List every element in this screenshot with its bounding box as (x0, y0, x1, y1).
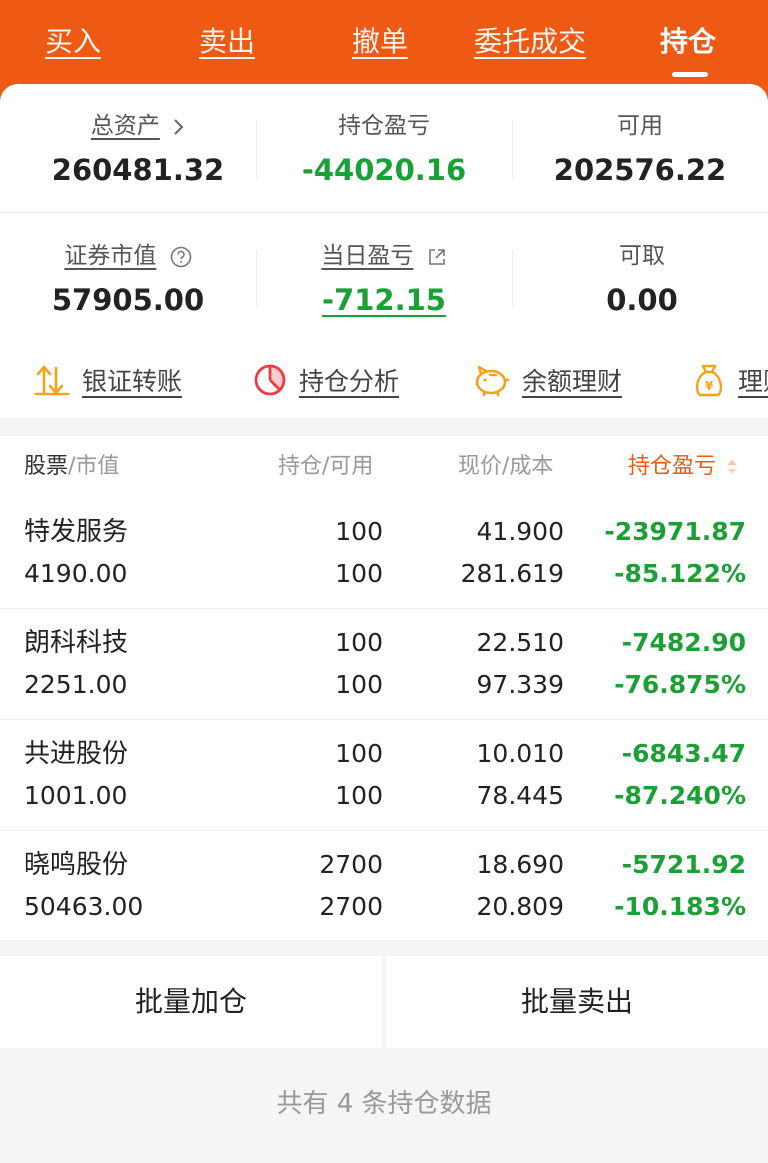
stock-price: 18.690 (476, 850, 564, 879)
stock-position: 100 (335, 628, 383, 657)
available-cell: 可用 202576.22 (512, 110, 768, 189)
stock-pnl-percent: -85.122% (614, 559, 746, 588)
position-pnl-cell: 持仓盈亏 -44020.16 (256, 110, 512, 189)
stock-pnl-percent: -87.240% (614, 781, 746, 810)
balance-finance-action[interactable]: 余额理财 (472, 360, 622, 400)
bank-transfer-label: 银证转账 (82, 367, 183, 396)
tab-positions[interactable]: 持仓 (660, 22, 716, 62)
stock-pnl: -7482.90 (621, 628, 746, 657)
available-label: 可用 (617, 113, 663, 139)
money-bag-icon: ¥ (695, 364, 723, 397)
finance-action[interactable]: ¥ 理财 (692, 360, 768, 400)
external-link-icon (428, 248, 445, 265)
tab-cancel-order[interactable]: 撤单 (352, 22, 408, 62)
market-value-value: 57905.00 (51, 283, 205, 317)
header-position-pnl[interactable]: 持仓盈亏 (628, 452, 739, 482)
tab-buy[interactable]: 买入 (45, 22, 101, 62)
stock-name: 朗科科技 (24, 628, 129, 658)
transfer-icon (34, 365, 70, 396)
bank-transfer-action[interactable]: 银证转账 (34, 360, 182, 400)
pie-chart-icon (254, 364, 286, 396)
position-analysis-label: 持仓分析 (299, 367, 400, 396)
stock-price: 41.900 (476, 517, 564, 546)
stock-position: 2700 (319, 850, 383, 879)
tab-sell[interactable]: 卖出 (199, 22, 255, 62)
tab-orders-deals[interactable]: 委托成交 (474, 22, 586, 62)
position-analysis-action[interactable]: 持仓分析 (253, 360, 399, 400)
help-icon[interactable] (170, 246, 192, 268)
batch-sell-button[interactable]: 批量卖出 (386, 956, 768, 1048)
piggy-bank-icon (475, 365, 510, 397)
stock-pnl: -6843.47 (621, 739, 746, 768)
table-row[interactable]: 共进股份 1001.00 100 100 10.010 78.445 -6843… (0, 720, 768, 831)
stock-cost: 20.809 (476, 892, 564, 921)
table-row[interactable]: 朗科科技 2251.00 100 100 22.510 97.339 -7482… (0, 609, 768, 720)
position-pnl-label: 持仓盈亏 (338, 113, 430, 139)
daily-pnl-value[interactable]: -712.15 (256, 281, 512, 319)
stock-pnl-percent: -76.875% (614, 670, 746, 699)
chevron-right-icon (174, 118, 184, 135)
stock-cost: 281.619 (460, 559, 564, 588)
balance-finance-label: 余额理财 (522, 367, 623, 396)
header-stock-value: 股票/市值 (24, 454, 120, 479)
withdrawable-cell: 可取 0.00 (514, 240, 768, 319)
stock-name: 晓鸣股份 (24, 850, 129, 880)
stock-price: 10.010 (476, 739, 564, 768)
market-value-cell[interactable]: 证券市值 57905.00 (0, 240, 256, 319)
total-assets-value: 260481.32 (51, 153, 225, 187)
sort-icon[interactable] (725, 457, 739, 477)
summary-divider (0, 212, 768, 213)
total-assets-label: 总资产 (90, 113, 160, 139)
stock-available: 2700 (319, 892, 383, 921)
table-row[interactable]: 特发服务 4190.00 100 100 41.900 281.619 -239… (0, 498, 768, 609)
stock-name: 共进股份 (24, 739, 129, 769)
stock-available: 100 (335, 781, 383, 810)
active-tab-indicator (672, 72, 708, 77)
stock-pnl: -23971.87 (604, 517, 746, 546)
batch-add-button[interactable]: 批量加仓 (0, 956, 382, 1048)
withdrawable-label: 可取 (619, 243, 665, 269)
stock-position: 100 (335, 517, 383, 546)
stock-pnl: -5721.92 (621, 850, 746, 879)
divider (512, 250, 513, 308)
daily-pnl-cell[interactable]: 当日盈亏 -712.15 (256, 240, 512, 319)
holdings-table: 股票/市值 持仓/可用 现价/成本 持仓盈亏 特发服务 4190.00 100 … (0, 436, 768, 940)
stock-market-value: 1001.00 (24, 781, 128, 810)
daily-pnl-label: 当日盈亏 (321, 243, 414, 269)
finance-label: 理财 (738, 367, 768, 396)
stock-available: 100 (335, 559, 383, 588)
stock-market-value: 2251.00 (24, 670, 128, 699)
available-value: 202576.22 (553, 153, 727, 187)
stock-cost: 97.339 (476, 670, 564, 699)
table-row[interactable]: 晓鸣股份 50463.00 2700 2700 18.690 20.809 -5… (0, 831, 768, 942)
withdrawable-value: 0.00 (606, 283, 678, 317)
stock-cost: 78.445 (476, 781, 564, 810)
holdings-count-text: 共有 4 条持仓数据 (0, 1048, 768, 1163)
stock-market-value: 4190.00 (24, 559, 128, 588)
market-value-label: 证券市值 (64, 243, 157, 269)
stock-position: 100 (335, 739, 383, 768)
header-price-cost: 现价/成本 (458, 454, 554, 479)
position-pnl-value: -44020.16 (301, 153, 467, 187)
trade-tabs: 买入 卖出 撤单 委托成交 持仓 (0, 0, 768, 84)
stock-market-value: 50463.00 (24, 892, 144, 921)
stock-available: 100 (335, 670, 383, 699)
stock-price: 22.510 (476, 628, 564, 657)
table-header: 股票/市值 持仓/可用 现价/成本 持仓盈亏 (0, 436, 768, 498)
svg-text:¥: ¥ (705, 379, 714, 393)
account-summary-card: 总资产 260481.32 持仓盈亏 -44020.16 可用 202576.2… (0, 84, 768, 418)
total-assets-cell[interactable]: 总资产 260481.32 (10, 110, 266, 189)
header-position-available: 持仓/可用 (278, 454, 374, 479)
stock-name: 特发服务 (24, 517, 129, 547)
stock-pnl-percent: -10.183% (614, 892, 746, 921)
